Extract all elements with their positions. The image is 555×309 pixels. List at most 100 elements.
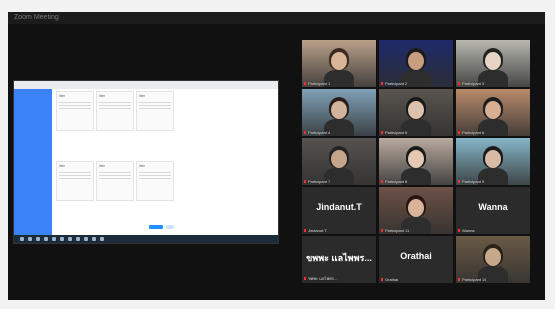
mic-muted-icon — [381, 180, 383, 184]
person-face — [485, 248, 501, 266]
participant-name: Participant 3 — [462, 81, 485, 86]
mic-muted-icon — [381, 131, 383, 135]
content-card: Item — [56, 91, 94, 131]
participant-tile[interactable]: Participant 3 — [456, 40, 530, 87]
taskbar-icon[interactable] — [44, 237, 48, 241]
participant-name: Wanna — [462, 228, 475, 233]
person-face — [408, 101, 424, 119]
taskbar — [14, 235, 278, 243]
mic-muted-icon — [458, 278, 460, 282]
participant-name-label: Jindanut.T — [304, 228, 327, 233]
participant-name-label: Wanna — [458, 228, 475, 233]
taskbar-icon[interactable] — [28, 237, 32, 241]
browser-chrome — [14, 81, 278, 89]
participant-tile[interactable]: Participant 7 — [302, 138, 376, 185]
mic-muted-icon — [304, 82, 306, 86]
participant-name: Participant 2 — [385, 81, 408, 86]
title-bar: Zoom Meeting — [8, 12, 545, 24]
participant-name-label: Participant 7 — [304, 179, 330, 184]
participant-name-label: ขพพะ เเลไพพร... — [304, 275, 337, 282]
mic-muted-icon — [458, 82, 460, 86]
person-face — [408, 52, 424, 70]
participant-name: Jindanut.T — [308, 228, 327, 233]
participant-name-label: Participant 11 — [381, 228, 409, 233]
participant-display-name: Wanna — [478, 202, 508, 212]
participant-name: Participant 15 — [462, 277, 487, 282]
participant-name: Participant 5 — [385, 130, 408, 135]
participant-name-label: Participant 6 — [458, 130, 484, 135]
participant-tile[interactable]: Participant 4 — [302, 89, 376, 136]
app-sidebar — [14, 89, 52, 235]
mic-muted-icon — [458, 229, 460, 233]
mic-muted-icon — [381, 82, 383, 86]
taskbar-icon[interactable] — [20, 237, 24, 241]
mic-muted-icon — [304, 277, 306, 281]
taskbar-icon[interactable] — [92, 237, 96, 241]
participant-name-label: Participant 5 — [381, 130, 407, 135]
participant-display-name: Orathai — [400, 251, 432, 261]
participant-tile[interactable]: Participant 9 — [456, 138, 530, 185]
taskbar-icon[interactable] — [36, 237, 40, 241]
participant-name: Participant 4 — [308, 130, 331, 135]
taskbar-icon[interactable] — [68, 237, 72, 241]
participant-tile[interactable]: ขพพะ เเลไพพร... ขพพะ เเลไพพร... — [302, 236, 376, 283]
content-card: Item — [96, 161, 134, 201]
zoom-window: Zoom Meeting Item Item Item Item Item It… — [8, 12, 545, 300]
taskbar-icon[interactable] — [100, 237, 104, 241]
participant-name-label: Participant 1 — [304, 81, 330, 86]
participant-tile[interactable]: Orathai Orathai — [379, 236, 453, 283]
participant-name-label: Participant 2 — [381, 81, 407, 86]
mic-muted-icon — [381, 229, 383, 233]
participant-tile[interactable]: Participant 8 — [379, 138, 453, 185]
participant-name-label: Participant 9 — [458, 179, 484, 184]
mic-muted-icon — [304, 131, 306, 135]
mic-muted-icon — [304, 229, 306, 233]
participant-display-name: ขพพะ เเลไพพร... — [306, 253, 372, 263]
participant-name-label: Participant 15 — [458, 277, 486, 282]
participant-tile[interactable]: Participant 11 — [379, 187, 453, 234]
window-title: Zoom Meeting — [14, 14, 59, 21]
taskbar-icon[interactable] — [76, 237, 80, 241]
participant-tile[interactable]: Wanna Wanna — [456, 187, 530, 234]
participant-name: Participant 7 — [308, 179, 331, 184]
content-card: Item — [56, 161, 94, 201]
participant-tile[interactable]: Participant 6 — [456, 89, 530, 136]
participant-name-label: Participant 4 — [304, 130, 330, 135]
person-face — [485, 150, 501, 168]
participant-tile[interactable]: Jindanut.T Jindanut.T — [302, 187, 376, 234]
participant-name: Orathai — [385, 277, 399, 282]
taskbar-icon[interactable] — [52, 237, 56, 241]
participant-tile[interactable]: Participant 2 — [379, 40, 453, 87]
content-card: Item — [136, 161, 174, 201]
participant-display-name: Jindanut.T — [316, 202, 362, 212]
mic-muted-icon — [458, 180, 460, 184]
shared-screen[interactable]: Item Item Item Item Item Item — [14, 81, 278, 243]
person-face — [485, 101, 501, 119]
participant-tile[interactable]: Participant 15 — [456, 236, 530, 283]
person-face — [331, 101, 347, 119]
person-face — [408, 199, 424, 217]
primary-button[interactable] — [149, 225, 163, 229]
person-face — [408, 150, 424, 168]
participant-name: Participant 6 — [462, 130, 485, 135]
participant-name-label: Orathai — [381, 277, 398, 282]
shared-content: Item Item Item Item Item Item — [56, 91, 276, 231]
participant-name-label: Participant 3 — [458, 81, 484, 86]
participant-name-label: Participant 8 — [381, 179, 407, 184]
content-card: Item — [96, 91, 134, 131]
secondary-button[interactable] — [166, 225, 174, 229]
participant-name: Participant 11 — [385, 228, 410, 233]
mic-muted-icon — [381, 278, 383, 282]
taskbar-icon[interactable] — [84, 237, 88, 241]
mic-muted-icon — [304, 180, 306, 184]
person-face — [331, 52, 347, 70]
participant-name: Participant 1 — [308, 81, 331, 86]
taskbar-icon[interactable] — [60, 237, 64, 241]
mic-muted-icon — [458, 131, 460, 135]
participant-tile[interactable]: Participant 1 — [302, 40, 376, 87]
content-card: Item — [136, 91, 174, 131]
participant-name: Participant 8 — [385, 179, 408, 184]
person-face — [485, 52, 501, 70]
participant-tile[interactable]: Participant 5 — [379, 89, 453, 136]
person-face — [331, 150, 347, 168]
